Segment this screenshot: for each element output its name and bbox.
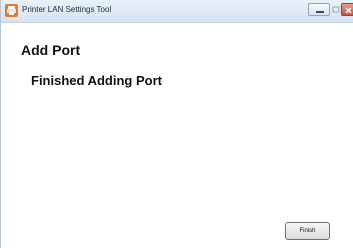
maximize-button[interactable] (332, 3, 340, 16)
title-bar[interactable]: Printer LAN Settings Tool (1, 0, 353, 23)
printer-app-icon (5, 4, 18, 17)
status-heading: Finished Adding Port (31, 73, 162, 88)
app-window: Printer LAN Settings Tool Add Port Finis… (0, 0, 353, 248)
page-title: Add Port (21, 42, 81, 58)
window-title: Printer LAN Settings Tool (22, 5, 112, 14)
minimize-button[interactable] (308, 3, 330, 16)
finish-button[interactable]: Finish (285, 222, 330, 240)
close-button[interactable] (341, 3, 353, 16)
